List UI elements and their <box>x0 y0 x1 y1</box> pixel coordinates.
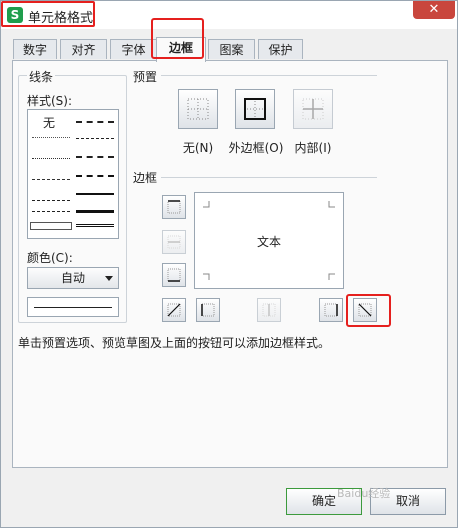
line-style-thick[interactable] <box>76 210 114 213</box>
presets-title: 预置 <box>131 68 160 85</box>
diagonal-up-icon <box>167 303 181 317</box>
tab-font[interactable]: 字体 <box>110 39 157 59</box>
inside-border-icon <box>302 98 324 120</box>
border-right-button[interactable] <box>319 298 343 322</box>
line-style-medium-dashed[interactable] <box>76 175 114 177</box>
border-top-button[interactable] <box>162 195 186 219</box>
title-bar: S 单元格格式 ✕ <box>1 1 457 29</box>
line-style-hair[interactable] <box>32 137 70 138</box>
border-inside-horizontal-button[interactable] <box>162 230 186 254</box>
preview-text: 文本 <box>256 235 281 249</box>
border-top-icon <box>167 200 181 214</box>
diagonal-button-highlight-box <box>346 294 391 327</box>
preset-none-button[interactable] <box>178 89 218 129</box>
border-bottom-icon <box>167 268 181 282</box>
tab-highlight-box <box>151 18 204 59</box>
line-group-title: 线条 <box>27 68 56 85</box>
line-style-dashed[interactable] <box>32 211 70 212</box>
line-style-medium-dash-dot-dot[interactable] <box>76 121 114 123</box>
border-left-icon <box>201 303 215 317</box>
line-preview-box <box>27 297 119 317</box>
style-label: 样式(S): <box>27 94 73 108</box>
line-style-double[interactable] <box>76 224 114 227</box>
watermark-text: Baidu经验 <box>337 487 391 500</box>
border-inside-vertical-icon <box>262 303 276 317</box>
border-separator <box>161 177 377 178</box>
border-preview[interactable]: 文本 <box>194 192 344 289</box>
presets-separator <box>161 75 377 76</box>
line-style-list: 无 <box>27 109 119 239</box>
preset-outline-label: 外边框(O) <box>228 141 284 155</box>
border-inside-vertical-button[interactable] <box>257 298 281 322</box>
line-style-medium[interactable] <box>76 193 114 195</box>
line-style-dotted[interactable] <box>32 158 70 159</box>
tab-protection[interactable]: 保护 <box>258 39 303 59</box>
line-style-dash-dot[interactable] <box>32 200 70 201</box>
border-bottom-button[interactable] <box>162 263 186 287</box>
no-border-icon <box>187 98 209 120</box>
color-dropdown-value: 自动 <box>60 271 85 285</box>
line-style-none[interactable]: 无 <box>43 114 55 131</box>
tab-pattern[interactable]: 图案 <box>208 39 255 59</box>
dropdown-arrow-icon <box>105 276 113 281</box>
close-button[interactable]: ✕ <box>413 1 455 19</box>
border-left-button[interactable] <box>196 298 220 322</box>
color-label: 颜色(C): <box>27 251 73 265</box>
border-diagonal-up-button[interactable] <box>162 298 186 322</box>
title-highlight-box <box>1 1 95 27</box>
preset-outline-button[interactable] <box>235 89 275 129</box>
preset-inside-label: 内部(I) <box>294 141 332 155</box>
line-style-medium-dash-dot[interactable] <box>76 156 114 158</box>
line-preview-sample <box>34 307 112 308</box>
tab-alignment[interactable]: 对齐 <box>60 39 107 59</box>
border-right-icon <box>324 303 338 317</box>
border-section-title: 边框 <box>131 169 160 186</box>
tab-number[interactable]: 数字 <box>13 39 57 59</box>
line-style-dash-dot-dot[interactable] <box>32 179 70 180</box>
border-inside-horizontal-icon <box>167 235 181 249</box>
preset-inside-button[interactable] <box>293 89 333 129</box>
line-style-slant-dash-dot[interactable] <box>76 138 114 139</box>
hint-text: 单击预置选项、预览草图及上面的按钮可以添加边框样式。 <box>18 336 331 350</box>
line-style-thin-selected[interactable] <box>30 222 72 230</box>
format-cells-dialog: S 单元格格式 ✕ 数字 对齐 字体 边框 图案 保护 线条 样式(S): 无 <box>0 0 458 528</box>
outline-border-icon <box>244 98 266 120</box>
color-dropdown[interactable]: 自动 <box>27 267 119 289</box>
preset-none-label: 无(N) <box>182 141 214 155</box>
